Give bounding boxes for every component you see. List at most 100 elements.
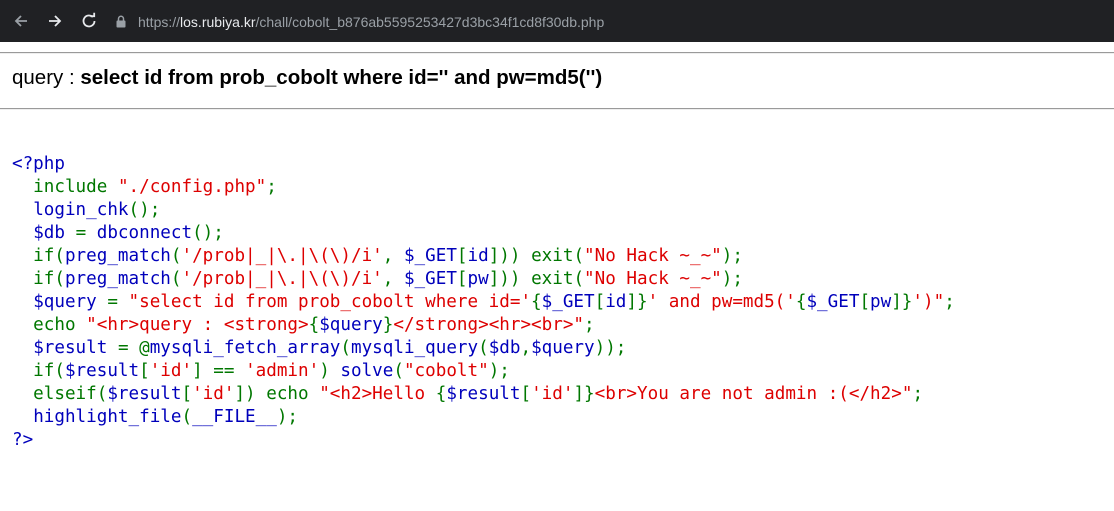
code-token: $_GET bbox=[541, 292, 595, 312]
code-token: ( bbox=[478, 338, 489, 358]
code-token: )); bbox=[594, 338, 627, 358]
code-token: dbconnect bbox=[96, 223, 193, 243]
code-token: echo bbox=[12, 315, 87, 335]
forward-button[interactable] bbox=[44, 10, 66, 32]
code-token: login_chk bbox=[33, 200, 129, 220]
top-divider bbox=[0, 52, 1114, 54]
code-token: "cobolt" bbox=[403, 361, 489, 381]
code-line: <?php bbox=[12, 153, 955, 176]
code-token: ); bbox=[488, 361, 510, 381]
code-token: ])) exit( bbox=[488, 269, 585, 289]
code-token: if( bbox=[12, 361, 65, 381]
code-token: "<hr>query : <strong> bbox=[86, 315, 309, 335]
code-token: "No Hack ~_~" bbox=[584, 246, 722, 266]
code-line: if(preg_match('/prob|_|\.|\(\)/i', $_GET… bbox=[12, 245, 955, 268]
php-source-code: <?php include "./config.php"; login_chk(… bbox=[12, 153, 955, 452]
code-token: ); bbox=[721, 269, 743, 289]
code-token: = bbox=[107, 292, 129, 312]
code-token: [ bbox=[520, 384, 532, 404]
code-token: $query bbox=[531, 338, 595, 358]
code-line: login_chk(); bbox=[12, 199, 955, 222]
code-token: id bbox=[467, 246, 489, 266]
url-scheme: https:// bbox=[138, 13, 181, 30]
code-token: $_GET bbox=[403, 246, 457, 266]
code-token: ]) echo bbox=[234, 384, 320, 404]
query-label: query : bbox=[12, 66, 81, 89]
code-token: ' and pw=md5(' bbox=[647, 292, 796, 312]
code-token: if( bbox=[12, 246, 65, 266]
url-host: los.rubiya.kr bbox=[180, 13, 256, 30]
arrow-right-icon bbox=[49, 15, 62, 27]
code-token: preg_match bbox=[64, 269, 171, 289]
code-line: ?> bbox=[12, 429, 955, 452]
code-token: elseif( bbox=[12, 384, 108, 404]
code-token: ( bbox=[393, 361, 404, 381]
code-token: ; bbox=[266, 177, 277, 197]
reload-button[interactable] bbox=[78, 10, 100, 32]
code-token: { bbox=[435, 384, 447, 404]
code-token: ]} bbox=[891, 292, 913, 312]
query-text: select id from prob_cobolt where id='' a… bbox=[80, 66, 603, 89]
code-token: <br>You are not admin :(</h2>" bbox=[594, 384, 913, 404]
code-token: [ bbox=[594, 292, 606, 312]
code-line: highlight_file(__FILE__); bbox=[12, 406, 955, 429]
code-token: 'id' bbox=[531, 384, 574, 404]
code-token: include bbox=[12, 177, 118, 197]
code-token: $result bbox=[446, 384, 521, 404]
code-token: , bbox=[382, 246, 404, 266]
back-button[interactable] bbox=[10, 10, 32, 32]
code-token: [ bbox=[456, 269, 468, 289]
code-token: ( bbox=[181, 407, 193, 427]
code-token: = @ bbox=[117, 338, 150, 358]
code-token: ; bbox=[584, 315, 595, 335]
code-token: </strong><hr><br>" bbox=[393, 315, 585, 335]
code-token: , bbox=[520, 338, 532, 358]
code-token: '/prob|_|\.|\(\)/i' bbox=[181, 269, 383, 289]
code-token: "./config.php" bbox=[117, 177, 267, 197]
url-path: /chall/cobolt_b876ab5595253427d3bc34f1cd… bbox=[255, 13, 605, 30]
reload-icon bbox=[82, 12, 96, 28]
code-token: (); bbox=[192, 223, 224, 243]
code-token: $db bbox=[33, 223, 76, 243]
address-bar[interactable]: https://los.rubiya.kr/chall/cobolt_b876a… bbox=[106, 7, 1106, 36]
code-token: 'id' bbox=[192, 384, 235, 404]
code-token: $db bbox=[488, 338, 521, 358]
code-token: pw bbox=[870, 292, 892, 312]
code-token: ]} bbox=[573, 384, 595, 404]
code-token: ; bbox=[912, 384, 924, 404]
code-token: ( bbox=[170, 246, 182, 266]
code-token: [ bbox=[139, 361, 150, 381]
code-token: ( bbox=[170, 269, 182, 289]
code-token: <?php bbox=[12, 154, 65, 174]
code-token: [ bbox=[456, 246, 468, 266]
lock-icon bbox=[116, 14, 130, 30]
bottom-divider bbox=[0, 108, 1114, 110]
code-token: '/prob|_|\.|\(\)/i' bbox=[181, 246, 383, 266]
code-token: $result bbox=[64, 361, 140, 381]
code-line: $query = "select id from prob_cobolt whe… bbox=[12, 291, 955, 314]
code-token: "No Hack ~_~" bbox=[584, 269, 722, 289]
code-token: ( bbox=[340, 338, 351, 358]
code-token: = bbox=[75, 223, 97, 243]
code-token: $query bbox=[33, 292, 108, 312]
code-line: $db = dbconnect(); bbox=[12, 222, 955, 245]
code-line: echo "<hr>query : <strong>{$query}</stro… bbox=[12, 314, 955, 337]
code-token: 'admin' bbox=[245, 361, 320, 381]
code-token: { bbox=[795, 292, 807, 312]
code-token: { bbox=[531, 292, 542, 312]
code-token: [ bbox=[859, 292, 871, 312]
code-line: if(preg_match('/prob|_|\.|\(\)/i', $_GET… bbox=[12, 268, 955, 291]
code-line: elseif($result['id']) echo "<h2>Hello {$… bbox=[12, 383, 955, 406]
code-token: mysqli_query bbox=[350, 338, 479, 358]
code-token: ] == bbox=[192, 361, 246, 381]
code-token: $result bbox=[107, 384, 182, 404]
code-token: ) bbox=[319, 361, 341, 381]
code-token: ; bbox=[944, 292, 955, 312]
code-token: } bbox=[382, 315, 394, 335]
code-token: ]} bbox=[626, 292, 648, 312]
code-token: ')" bbox=[912, 292, 945, 312]
